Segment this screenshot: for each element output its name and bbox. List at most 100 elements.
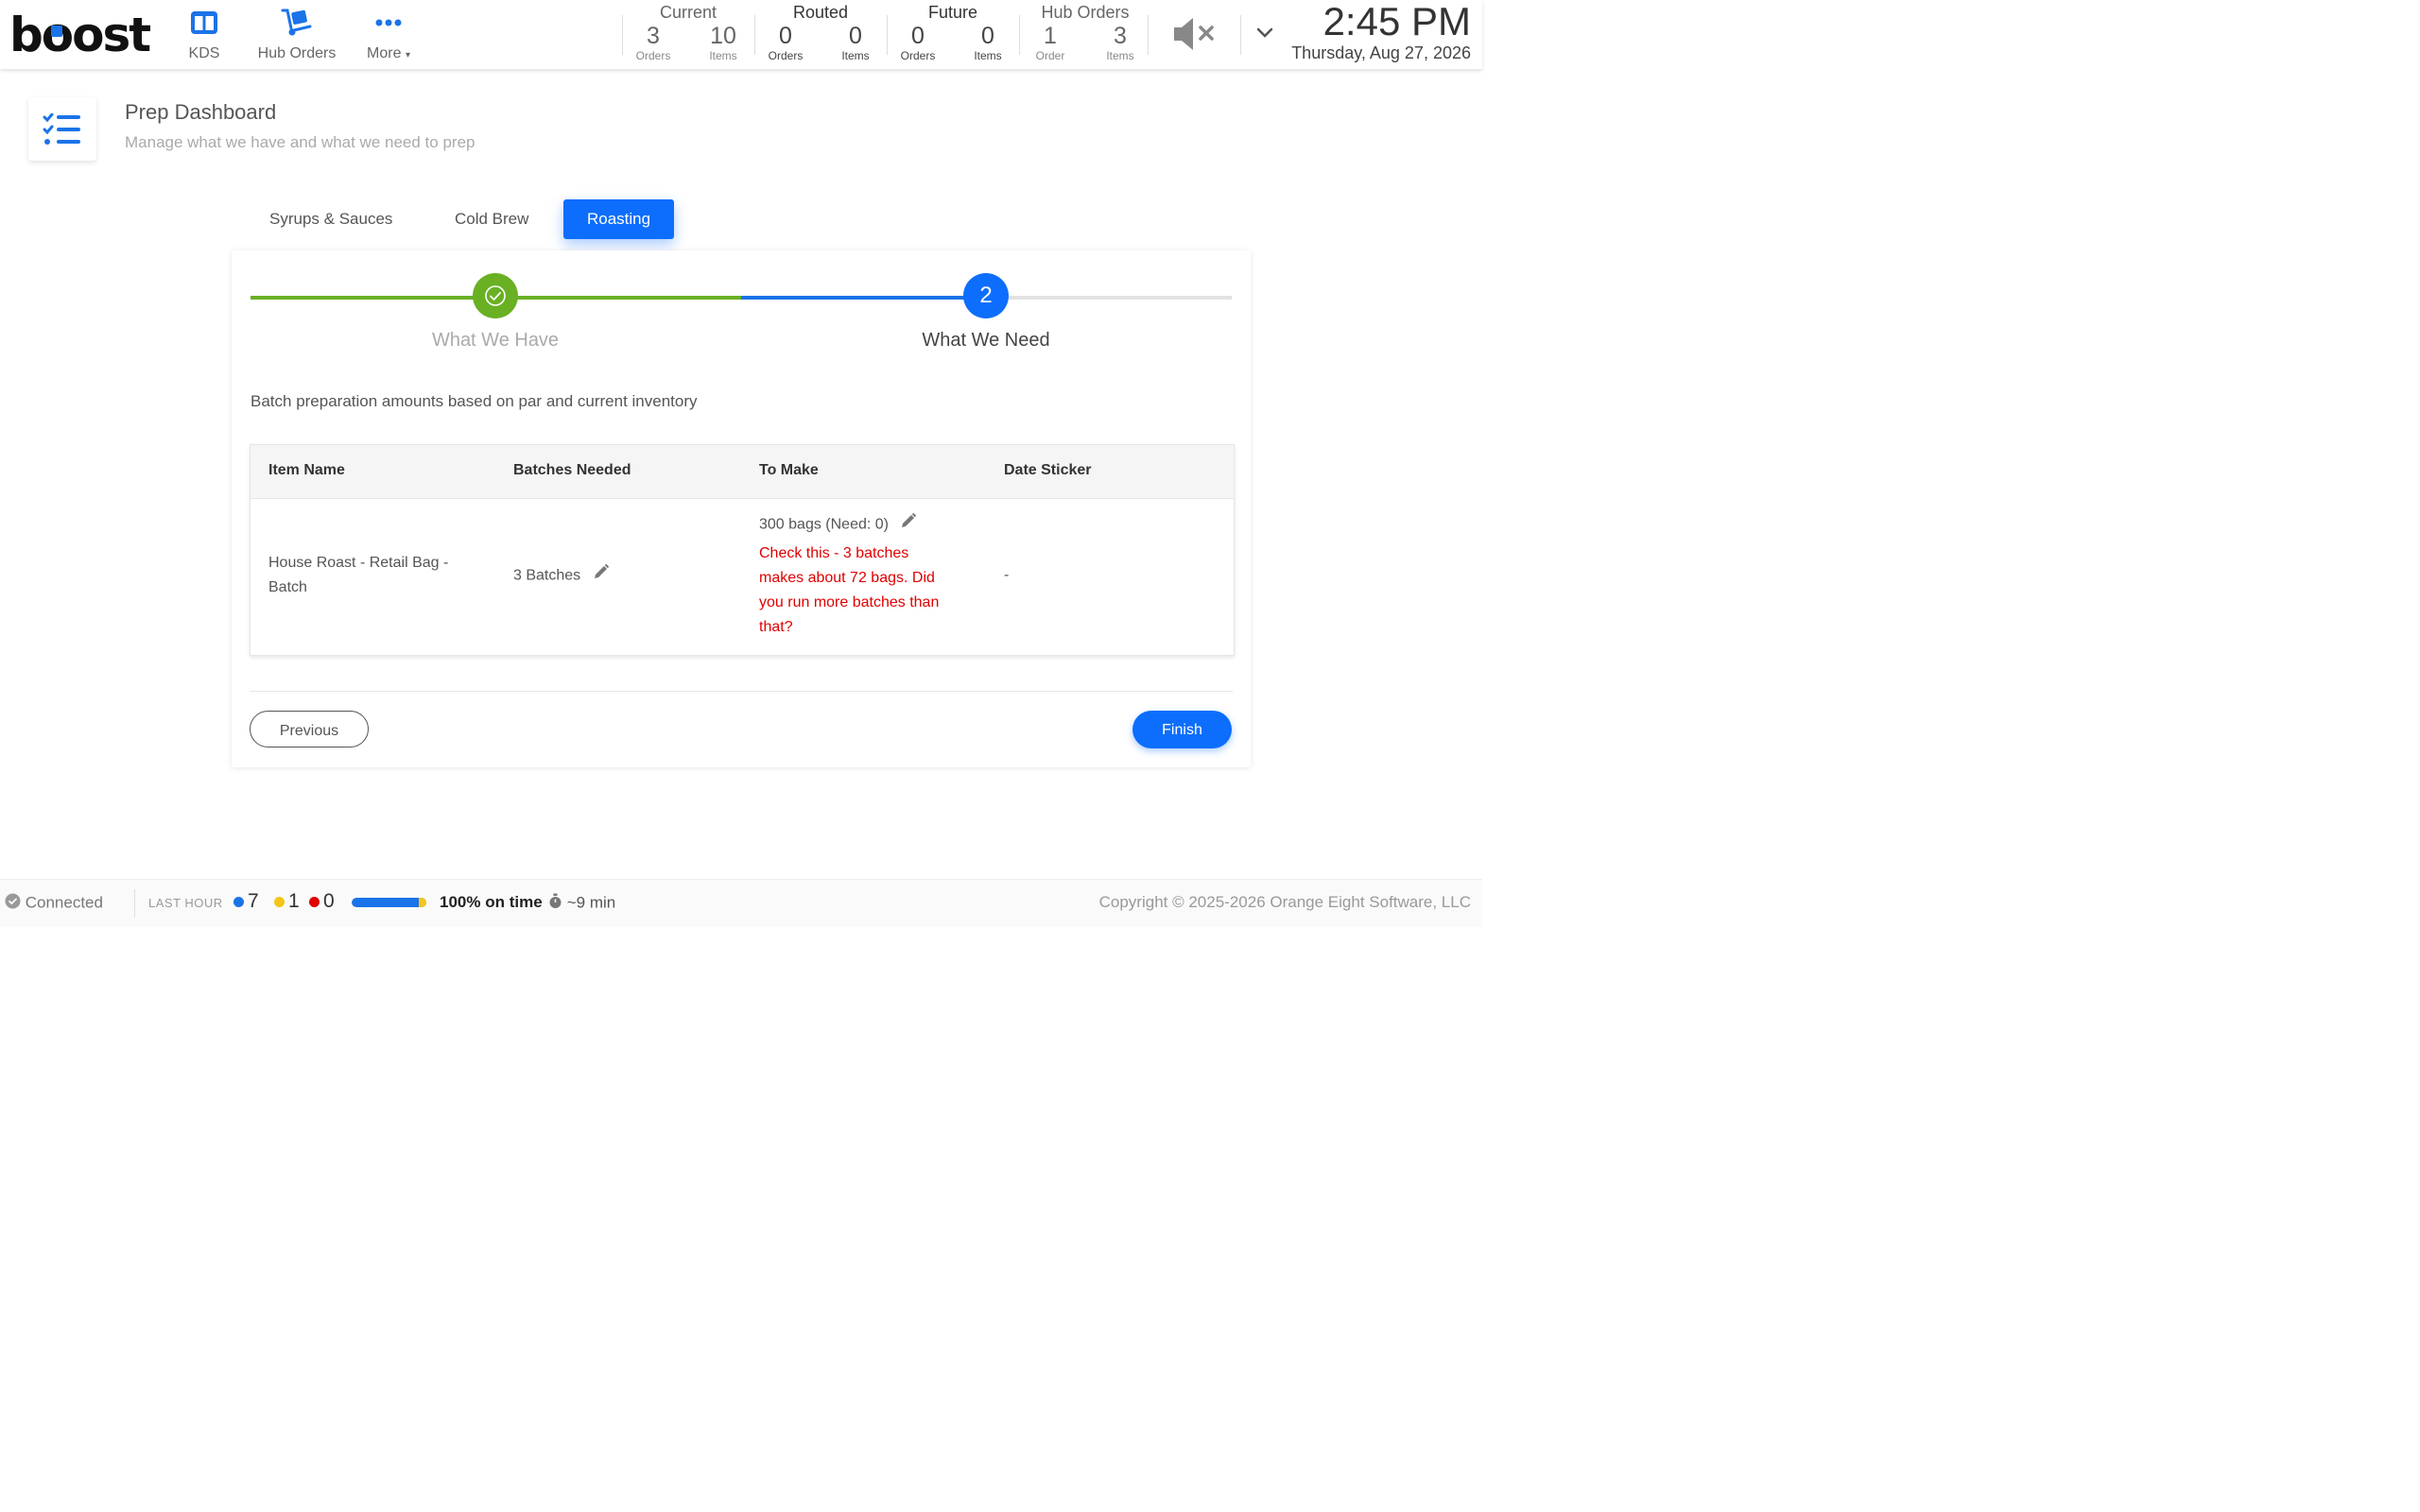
divider	[1240, 15, 1241, 55]
last-hour-label: LAST HOUR	[148, 896, 223, 910]
cell-to-make: 300 bags (Need: 0) Check this - 3 batche…	[759, 512, 939, 640]
status-footer: Connected LAST HOUR 7 1 0 100% on time ~…	[0, 879, 1482, 927]
caret-down-icon: ▾	[405, 50, 410, 60]
stat-current-items: 10	[710, 23, 736, 49]
cell-item-name: House Roast - Retail Bag - Batch	[268, 551, 448, 600]
yellow-dot-icon	[274, 896, 285, 907]
stat-future[interactable]: Future 0 Orders 0 Items	[894, 3, 1011, 62]
yellow-count: 1	[274, 890, 300, 913]
card-divider	[250, 691, 1233, 692]
red-dot-icon	[309, 896, 320, 907]
blue-count-value: 7	[248, 890, 259, 912]
hand-truck-icon	[253, 6, 340, 40]
clock: 2:45 PM Thursday, Aug 27, 2026	[1291, 0, 1471, 63]
stat-current-title: Current	[659, 3, 717, 22]
stat-hub-title: Hub Orders	[1041, 3, 1130, 22]
batch-warning-message: Check this - 3 batches makes about 72 ba…	[759, 541, 939, 640]
item-name-line: House Roast - Retail Bag -	[268, 555, 449, 571]
divider	[1148, 15, 1149, 55]
avg-time: ~9 min	[548, 893, 615, 914]
mute-button[interactable]	[1170, 15, 1219, 58]
step-2-number: 2	[979, 283, 993, 308]
stat-routed[interactable]: Routed 0 Orders 0 Items	[762, 3, 879, 62]
top-bar: boost KDS Hub Orders More ▾ Current 3 Ord…	[0, 0, 1482, 69]
divider	[1019, 15, 1020, 55]
nav-hub-orders[interactable]: Hub Orders	[253, 6, 340, 62]
avg-time-value: ~9 min	[566, 893, 616, 912]
stat-items-caption: Items	[841, 49, 870, 62]
more-dots-icon	[361, 6, 416, 40]
check-circle-icon	[5, 893, 21, 914]
page-title: Prep Dashboard	[125, 100, 277, 124]
stat-orders-caption: Orders	[900, 49, 936, 62]
cell-date-sticker: -	[1004, 567, 1010, 583]
blue-count: 7	[233, 890, 259, 913]
boost-logo: boost	[9, 8, 151, 62]
progress-tip	[419, 898, 426, 907]
nav-hub-orders-label: Hub Orders	[257, 45, 337, 61]
nav-more[interactable]: More ▾	[361, 6, 416, 62]
stat-routed-orders: 0	[779, 23, 792, 49]
stat-orders-caption: Order	[1035, 49, 1065, 62]
stepper-track-active	[741, 296, 986, 300]
yellow-count-value: 1	[288, 890, 300, 912]
stat-routed-items: 0	[849, 23, 862, 49]
warning-line: Check this - 3 batches	[759, 545, 909, 561]
copyright: Copyright © 2025-2026 Orange Eight Softw…	[1098, 893, 1471, 911]
stat-hub-orders-count: 1	[1044, 23, 1057, 49]
stat-future-title: Future	[927, 3, 978, 22]
stat-items-caption: Items	[1106, 49, 1134, 62]
tab-cold-brew[interactable]: Cold Brew	[431, 199, 552, 239]
kds-columns-icon	[185, 6, 223, 40]
divider	[622, 15, 623, 55]
cell-batches: 3 Batches	[513, 563, 610, 589]
stat-hub-items-count: 3	[1114, 23, 1127, 49]
red-count: 0	[309, 890, 335, 913]
step-2-active[interactable]: 2	[963, 273, 1009, 318]
to-make-value: 300 bags (Need: 0)	[759, 516, 889, 533]
progress-fill	[352, 898, 426, 907]
item-name-line: Batch	[268, 579, 307, 595]
stat-current[interactable]: Current 3 Orders 10 Items	[630, 3, 747, 62]
blue-dot-icon	[233, 896, 244, 907]
step-2-label: What We Need	[922, 330, 1050, 351]
step-1-label: What We Have	[431, 330, 560, 351]
col-batches-needed: Batches Needed	[513, 462, 631, 478]
nav-kds[interactable]: KDS	[185, 6, 223, 62]
speaker-muted-icon	[1174, 18, 1214, 50]
batches-value: 3 Batches	[513, 567, 581, 584]
stat-items-caption: Items	[709, 49, 737, 62]
red-count-value: 0	[323, 890, 335, 912]
stat-future-items: 0	[981, 23, 994, 49]
edit-batches-pencil-icon[interactable]	[593, 563, 610, 589]
nav-more-label: More	[367, 45, 402, 61]
stopwatch-icon	[548, 893, 562, 914]
step-1-done[interactable]	[473, 273, 518, 318]
nav-kds-label: KDS	[188, 45, 220, 61]
previous-button[interactable]: Previous	[250, 711, 369, 747]
step-description: Batch preparation amounts based on par a…	[251, 392, 698, 410]
divider	[887, 15, 888, 55]
on-time-progress-bar	[352, 898, 426, 907]
page-subtitle: Manage what we have and what we need to …	[125, 133, 475, 151]
divider	[754, 15, 755, 55]
col-item-name: Item Name	[268, 462, 345, 478]
edit-to-make-pencil-icon[interactable]	[900, 512, 917, 538]
finish-button[interactable]: Finish	[1132, 711, 1232, 748]
tab-roasting[interactable]: Roasting	[563, 199, 675, 239]
warning-line: that?	[759, 619, 793, 635]
stat-items-caption: Items	[974, 49, 1002, 62]
stat-orders-caption: Orders	[768, 49, 804, 62]
stat-future-orders: 0	[911, 23, 925, 49]
chevron-down-icon[interactable]	[1255, 26, 1274, 44]
clock-time: 2:45 PM	[1322, 0, 1471, 43]
stat-hub-orders[interactable]: Hub Orders 1 Order 3 Items	[1027, 3, 1144, 62]
connection-status-label: Connected	[25, 893, 103, 912]
prep-checklist-icon	[28, 97, 96, 161]
connection-status: Connected	[5, 893, 103, 914]
stat-current-orders: 3	[647, 23, 660, 49]
tab-syrups-sauces[interactable]: Syrups & Sauces	[246, 199, 416, 239]
stat-routed-title: Routed	[792, 3, 849, 22]
on-time-label: 100% on time	[440, 893, 543, 911]
col-to-make: To Make	[759, 462, 819, 478]
